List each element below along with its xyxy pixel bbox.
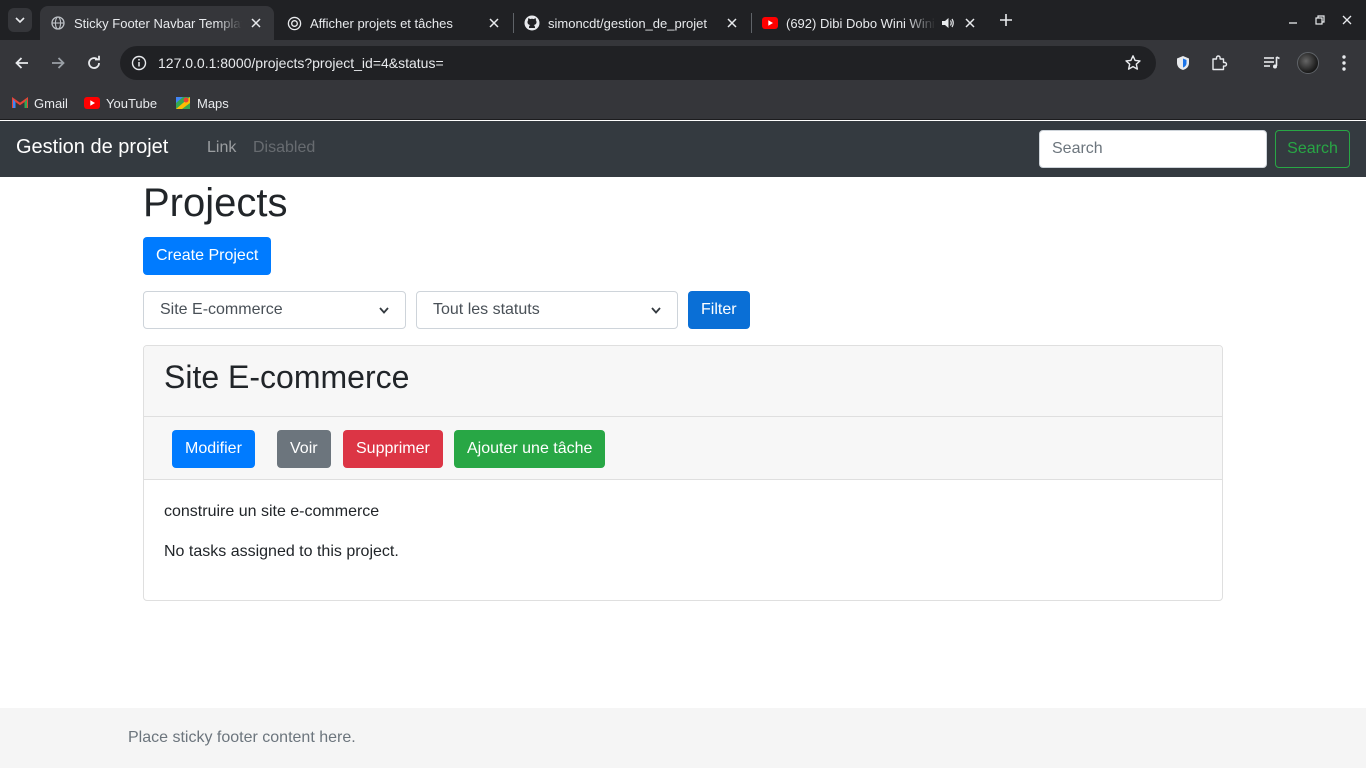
new-tab-button[interactable] [996, 10, 1016, 30]
browser-tab-active[interactable]: Sticky Footer Navbar Template [40, 6, 274, 40]
create-project-button[interactable]: Create Project [143, 237, 272, 275]
github-icon [524, 15, 540, 31]
view-project-button[interactable]: Voir [277, 430, 331, 468]
page-title: Projects [143, 181, 288, 225]
youtube-icon [84, 95, 100, 111]
arrow-right-icon [52, 57, 65, 69]
edit-project-button[interactable]: Modifier [172, 430, 255, 468]
bookmark-label: Maps [197, 95, 229, 111]
nav-link-disabled: Disabled [253, 139, 316, 156]
gmail-icon [12, 95, 28, 111]
bookmark-label: YouTube [106, 95, 158, 111]
add-task-button[interactable]: Ajouter une tâche [454, 430, 606, 468]
browser-menu-button[interactable] [1333, 52, 1355, 74]
back-button[interactable] [11, 52, 33, 74]
maximize-button[interactable] [1312, 12, 1328, 28]
close-window-button[interactable] [1339, 12, 1355, 28]
shield-icon [1177, 56, 1189, 70]
puzzle-icon [1212, 55, 1228, 71]
delete-project-button[interactable]: Supprimer [343, 430, 443, 468]
bookmark-gmail[interactable]: Gmail [12, 93, 68, 113]
navbar-brand[interactable]: Gestion de projet [16, 136, 168, 159]
bookmark-label: Gmail [34, 95, 68, 111]
tab-title: Sticky Footer Navbar Template [74, 15, 242, 31]
nav-link[interactable]: Link [207, 139, 236, 157]
minimize-button[interactable] [1285, 12, 1301, 28]
browser-toolbar: 127.0.0.1:8000/projects?project_id=4&sta… [0, 40, 1366, 86]
url-text: 127.0.0.1:8000/projects?project_id=4&sta… [158, 55, 444, 71]
site-navbar: Gestion de projet Link Disabled Search [0, 121, 1366, 177]
card-actions: Modifier Voir Supprimer Ajouter une tâch… [144, 417, 1222, 480]
browser-tabstrip: Sticky Footer Navbar Template Afficher p… [0, 0, 1366, 40]
bookmarks-bar: Gmail YouTube Maps [0, 86, 1366, 120]
chevron-down-icon [651, 305, 661, 315]
extensions-button[interactable] [1208, 52, 1230, 74]
browser-tab[interactable]: simoncdt/gestion_de_projet [514, 6, 750, 40]
bookmark-youtube[interactable]: YouTube [84, 93, 157, 113]
close-icon[interactable] [962, 15, 978, 31]
browser-tab[interactable]: (692) Dibi Dobo Wini Wini [752, 6, 988, 40]
project-description: construire un site e-commerce [164, 503, 380, 520]
reload-icon [88, 55, 100, 69]
forward-button[interactable] [47, 52, 69, 74]
search-button[interactable]: Search [1275, 130, 1350, 168]
tab-title: Afficher projets et tâches [310, 15, 453, 31]
chevron-down-icon [15, 17, 25, 24]
close-icon[interactable] [486, 15, 502, 31]
project-select-value: Site E-commerce [160, 301, 283, 318]
globe-icon [50, 15, 66, 31]
bookmark-maps[interactable]: Maps [175, 93, 229, 113]
media-controls-button[interactable] [1261, 52, 1283, 74]
shield-extension-button[interactable] [1172, 52, 1194, 74]
arrow-left-icon [15, 57, 28, 69]
youtube-icon [762, 15, 778, 31]
bookmark-star-icon[interactable] [1124, 54, 1142, 72]
project-select[interactable]: Site E-commerce [143, 291, 406, 329]
more-vert-icon [1342, 55, 1346, 71]
empty-tasks-message: No tasks assigned to this project. [164, 543, 399, 560]
close-icon[interactable] [724, 15, 740, 31]
card-header: Site E-commerce [144, 346, 1222, 417]
openai-icon [286, 15, 302, 31]
close-icon [1342, 15, 1352, 25]
status-select[interactable]: Tout les statuts [416, 291, 678, 329]
address-bar[interactable]: 127.0.0.1:8000/projects?project_id=4&sta… [120, 46, 1156, 80]
profile-avatar[interactable] [1297, 52, 1319, 74]
plus-icon [1000, 14, 1012, 26]
search-input[interactable] [1039, 130, 1267, 168]
status-select-value: Tout les statuts [433, 301, 540, 318]
site-info-icon[interactable] [130, 54, 148, 72]
minimize-icon [1289, 22, 1297, 24]
speaker-icon[interactable] [940, 15, 956, 31]
footer-text: Place sticky footer content here. [128, 729, 356, 746]
restore-icon [1315, 15, 1325, 25]
tab-title: (692) Dibi Dobo Wini Wini [786, 15, 935, 31]
chevron-down-icon [379, 305, 389, 315]
reload-button[interactable] [83, 52, 105, 74]
project-card: Site E-commerce Modifier Voir Supprimer … [143, 345, 1223, 601]
project-title: Site E-commerce [164, 359, 410, 395]
tab-title: simoncdt/gestion_de_projet [548, 15, 707, 31]
page-footer: Place sticky footer content here. [0, 708, 1366, 768]
filter-button[interactable]: Filter [688, 291, 750, 329]
tab-search-button[interactable] [8, 8, 32, 32]
queue-music-icon [1264, 56, 1280, 69]
maps-icon [175, 95, 191, 111]
close-icon[interactable] [248, 15, 264, 31]
browser-tab[interactable]: Afficher projets et tâches [276, 6, 512, 40]
